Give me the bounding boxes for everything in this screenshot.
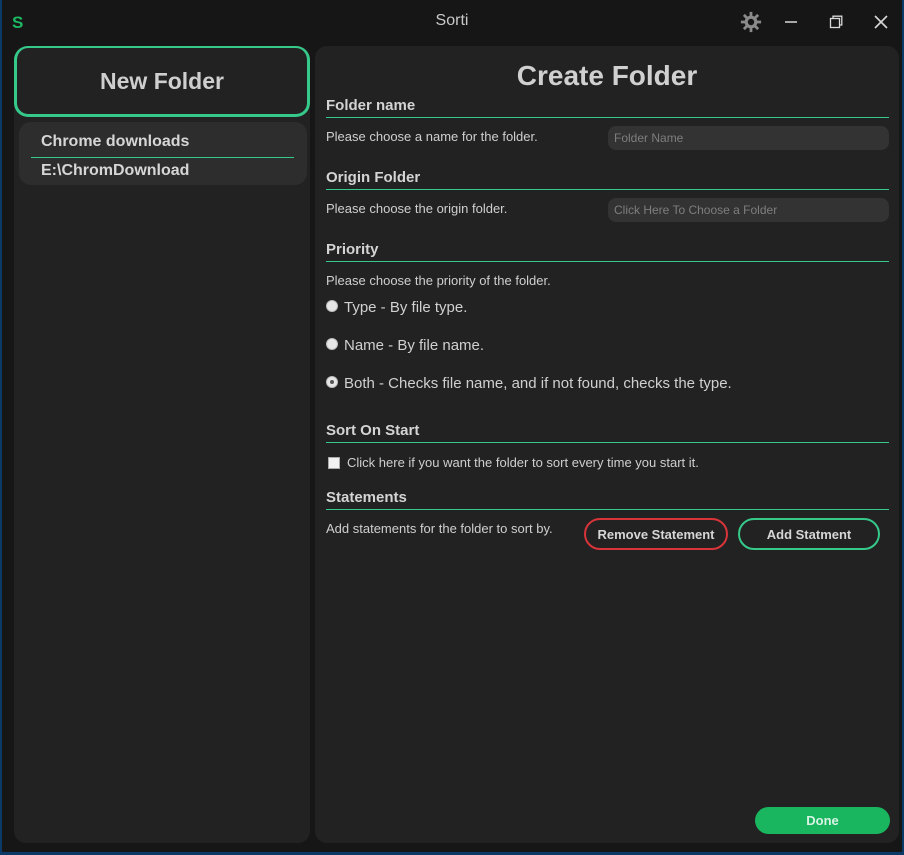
minimize-button[interactable] xyxy=(777,8,805,36)
add-statement-button[interactable]: Add Statment xyxy=(738,518,880,550)
folder-name-heading: Folder name xyxy=(326,97,416,114)
create-folder-panel: Create Folder Folder name Please choose … xyxy=(315,46,899,843)
sort-on-start-divider xyxy=(326,442,889,443)
origin-folder-input[interactable] xyxy=(608,198,889,222)
sort-on-start-heading: Sort On Start xyxy=(326,422,420,439)
restore-icon xyxy=(829,15,843,29)
folder-sidebar: New Folder Chrome downloads E:\ChromDown… xyxy=(14,46,310,843)
minimize-icon xyxy=(785,21,797,23)
folder-item-name: Chrome downloads xyxy=(41,133,190,150)
priority-heading: Priority xyxy=(326,241,379,258)
window-title: Sorti xyxy=(435,12,469,29)
priority-description: Please choose the priority of the folder… xyxy=(326,273,551,288)
folder-list-item[interactable]: Chrome downloads E:\ChromDownload xyxy=(19,122,307,185)
title-bar[interactable]: S Sorti xyxy=(2,0,902,42)
priority-option-name[interactable]: Name - By file name. xyxy=(326,337,484,354)
close-button[interactable] xyxy=(867,8,895,36)
done-button[interactable]: Done xyxy=(755,807,890,834)
new-folder-button[interactable]: New Folder xyxy=(14,46,310,117)
settings-button[interactable] xyxy=(737,8,765,36)
priority-option-type[interactable]: Type - By file type. xyxy=(326,299,467,316)
folder-name-input[interactable] xyxy=(608,126,889,150)
page-title: Create Folder xyxy=(516,60,698,91)
statements-divider xyxy=(326,509,889,510)
folder-name-description: Please choose a name for the folder. xyxy=(326,129,538,144)
folder-item-divider xyxy=(31,157,294,158)
sort-on-start-checkbox-row[interactable]: Click here if you want the folder to sor… xyxy=(328,455,699,470)
close-icon xyxy=(874,15,888,29)
origin-folder-heading: Origin Folder xyxy=(326,169,421,186)
folder-item-path: E:\ChromDownload xyxy=(41,162,190,179)
gear-icon xyxy=(740,11,762,33)
folder-name-divider xyxy=(326,117,889,118)
remove-statement-button[interactable]: Remove Statement xyxy=(584,518,728,550)
radio-label: Name - By file name. xyxy=(344,337,485,354)
origin-folder-description: Please choose the origin folder. xyxy=(326,201,508,216)
radio-button[interactable] xyxy=(326,337,338,350)
radio-button[interactable] xyxy=(326,299,338,312)
radio-label: Both - Checks file name, and if not foun… xyxy=(344,375,732,392)
restore-button[interactable] xyxy=(822,8,850,36)
sort-on-start-checkbox[interactable] xyxy=(328,456,340,469)
sort-on-start-checkbox-label: Click here if you want the folder to sor… xyxy=(347,455,699,470)
origin-folder-divider xyxy=(326,189,889,190)
radio-label: Type - By file type. xyxy=(344,299,468,316)
priority-divider xyxy=(326,261,889,262)
radio-button-selected[interactable] xyxy=(326,375,338,388)
app-window: S Sorti New Folder Chrome downloads E:\C… xyxy=(2,0,902,852)
statements-description: Add statements for the folder to sort by… xyxy=(326,521,553,536)
priority-option-both[interactable]: Both - Checks file name, and if not foun… xyxy=(326,375,732,392)
statements-heading: Statements xyxy=(326,489,407,506)
